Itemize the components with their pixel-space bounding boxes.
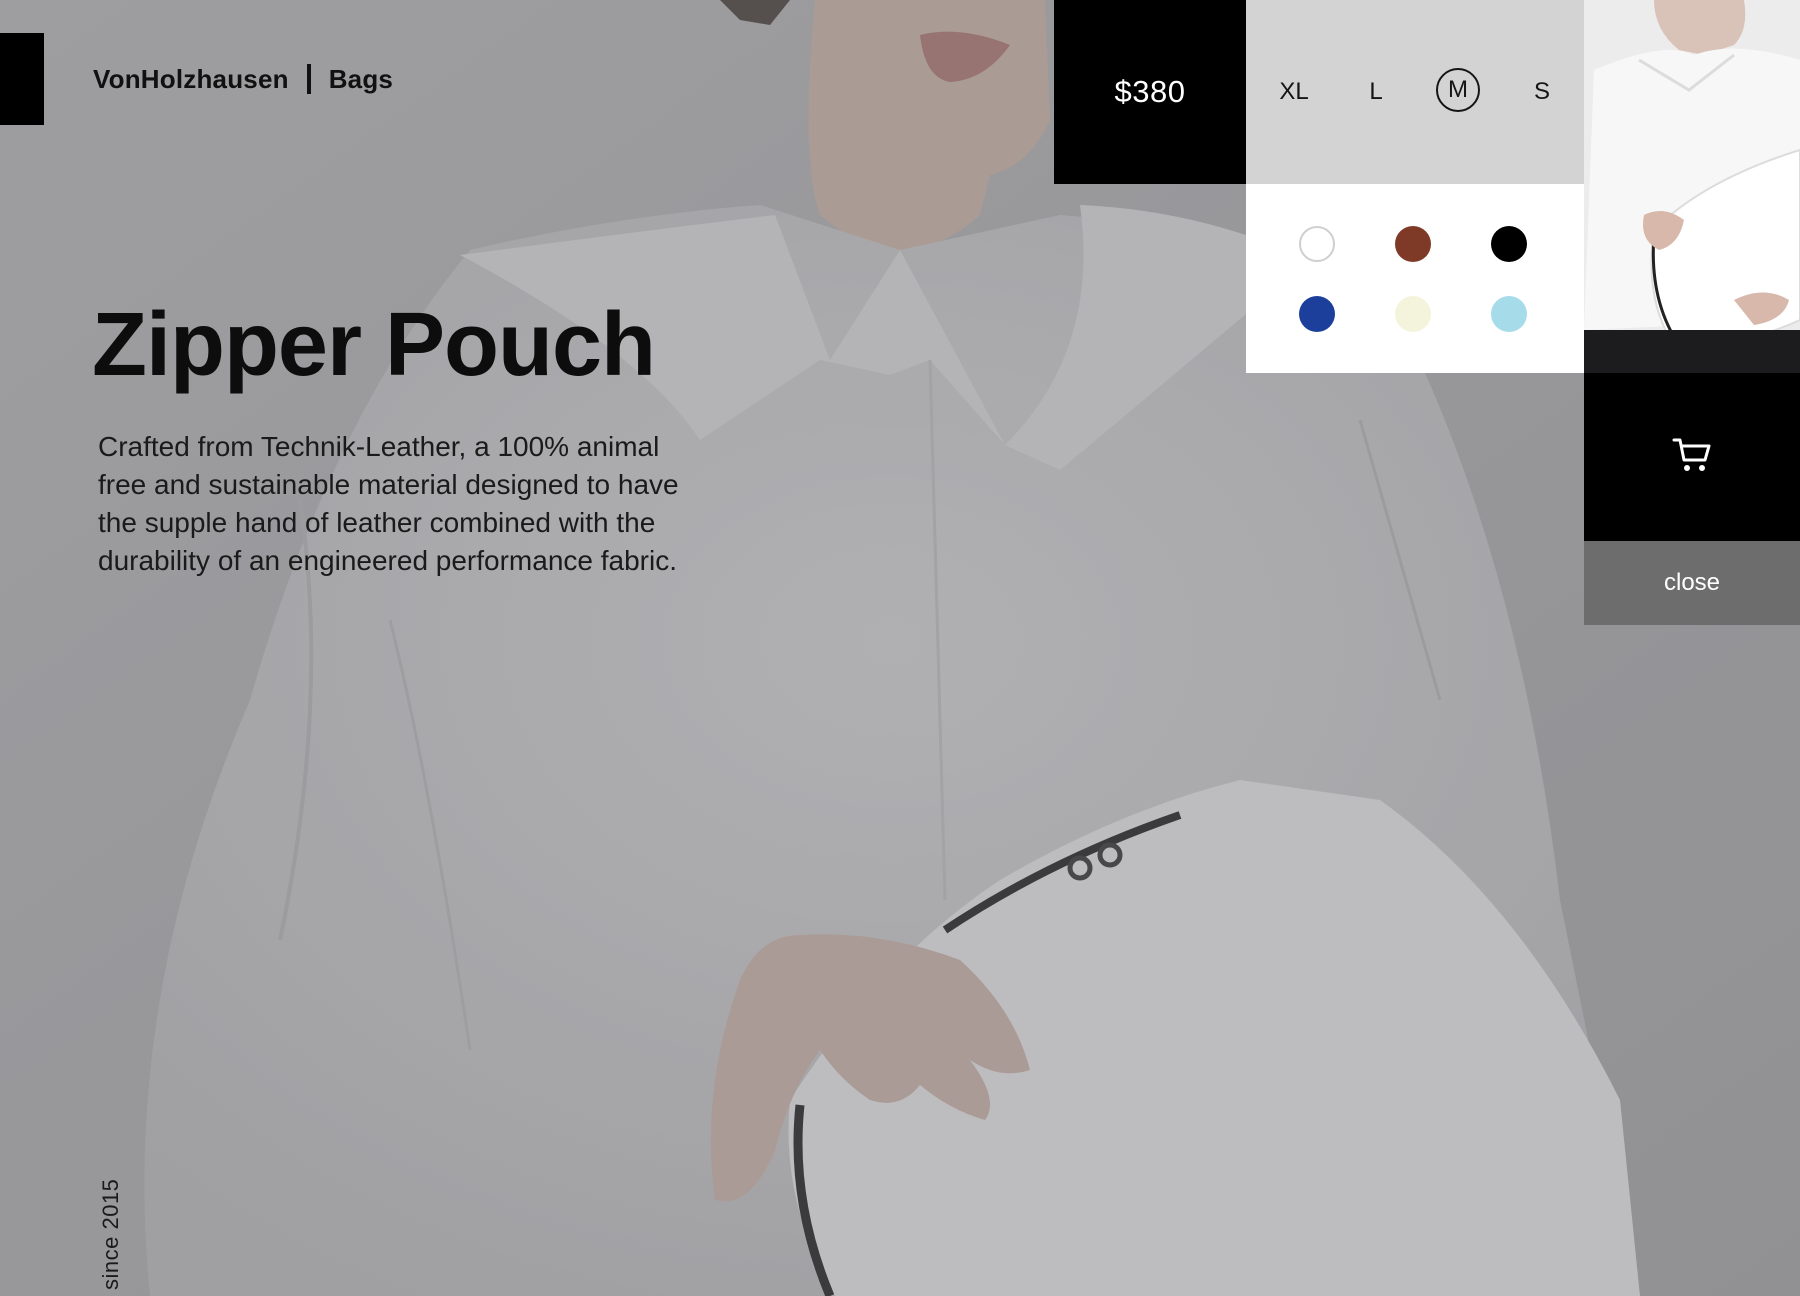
since-label: since 2015	[98, 1178, 123, 1290]
color-selector	[1246, 184, 1584, 373]
brand-breadcrumb: VonHolzhausen Bags	[93, 62, 393, 96]
color-swatch-navy-blue[interactable]	[1299, 296, 1335, 332]
size-option-label: XL	[1279, 78, 1309, 105]
price-panel: $380	[1054, 0, 1246, 184]
accent-bar	[0, 33, 44, 125]
size-option-xl[interactable]: XL	[1272, 70, 1316, 114]
color-swatch-light-blue[interactable]	[1491, 296, 1527, 332]
color-swatch-cream[interactable]	[1395, 296, 1431, 332]
add-to-cart-button[interactable]	[1584, 373, 1800, 541]
close-button[interactable]: close	[1584, 541, 1800, 625]
breadcrumb-separator	[306, 64, 311, 94]
product-description: Crafted from Technik-Leather, a 100% ani…	[98, 431, 679, 576]
size-selector: XL L M S	[1246, 0, 1584, 184]
cart-icon	[1672, 436, 1712, 479]
product-title: Zipper Pouch	[92, 295, 656, 395]
close-label: close	[1663, 569, 1721, 596]
since-label-wrap: since 2015	[98, 1170, 124, 1290]
product-page: VonHolzhausen Bags Zipper Pouch Crafted …	[0, 0, 1800, 1296]
product-thumbnail[interactable]	[1584, 0, 1800, 373]
size-option-label: M	[1448, 76, 1468, 103]
size-option-label: S	[1533, 78, 1550, 105]
color-swatch-white[interactable]	[1299, 226, 1335, 262]
brand-name[interactable]: VonHolzhausen	[93, 64, 289, 95]
brand-category[interactable]: Bags	[329, 64, 393, 95]
size-option-label: L	[1369, 78, 1383, 105]
color-swatch-black[interactable]	[1491, 226, 1527, 262]
price-label: $380	[1114, 74, 1186, 109]
size-option-l[interactable]: L	[1354, 70, 1398, 114]
size-option-m-selected[interactable]: M	[1436, 68, 1480, 112]
color-swatch-brown[interactable]	[1395, 226, 1431, 262]
size-option-s[interactable]: S	[1520, 70, 1564, 114]
